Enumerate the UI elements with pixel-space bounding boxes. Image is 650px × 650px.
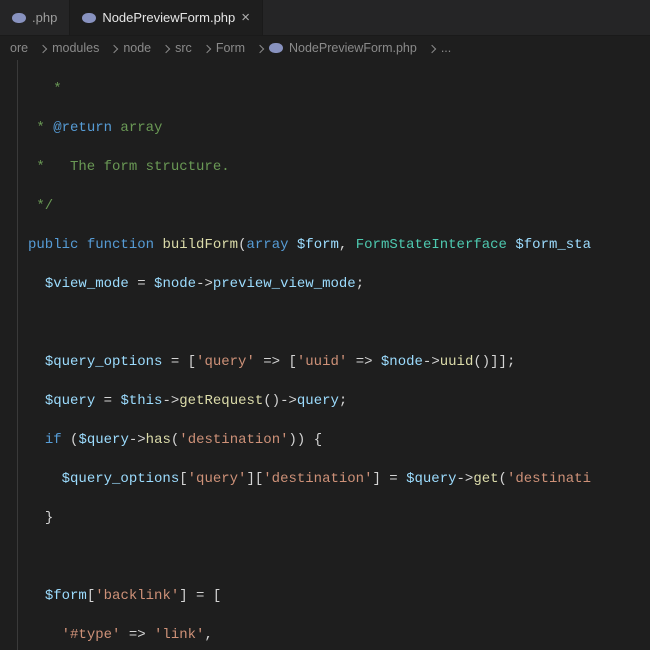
crumb-item[interactable]: node: [123, 41, 175, 55]
chevron-right-icon: [111, 41, 117, 55]
breadcrumb: ore modules node src Form NodePreviewFor…: [0, 36, 650, 60]
tab-nodepreviewform[interactable]: NodePreviewForm.php ×: [70, 0, 263, 35]
chevron-right-icon: [204, 41, 210, 55]
close-icon[interactable]: ×: [241, 10, 250, 25]
crumb-item[interactable]: ore: [10, 41, 52, 55]
chevron-right-icon: [257, 41, 263, 55]
chevron-right-icon: [40, 41, 46, 55]
editor-root: .php NodePreviewForm.php × ore modules n…: [0, 0, 650, 650]
crumb-overflow[interactable]: ...: [441, 41, 451, 55]
chevron-right-icon: [163, 41, 169, 55]
php-file-icon: [269, 43, 283, 53]
tab-label: NodePreviewForm.php: [102, 10, 235, 25]
tab-bar: .php NodePreviewForm.php ×: [0, 0, 650, 36]
tab-label: .php: [32, 10, 57, 25]
chevron-right-icon: [429, 41, 435, 55]
crumb-item[interactable]: src: [175, 41, 216, 55]
fold-strip: [12, 60, 24, 650]
crumb-item[interactable]: modules: [52, 41, 123, 55]
crumb-item[interactable]: Form: [216, 41, 269, 55]
php-file-icon: [82, 13, 96, 23]
editor-area[interactable]: * * @return array * The form structure. …: [0, 60, 650, 650]
line-gutter: [0, 60, 12, 650]
php-file-icon: [12, 13, 26, 23]
crumb-file[interactable]: NodePreviewForm.php: [269, 41, 441, 55]
code-content[interactable]: * * @return array * The form structure. …: [24, 60, 650, 650]
tab-other-php[interactable]: .php: [0, 0, 70, 35]
